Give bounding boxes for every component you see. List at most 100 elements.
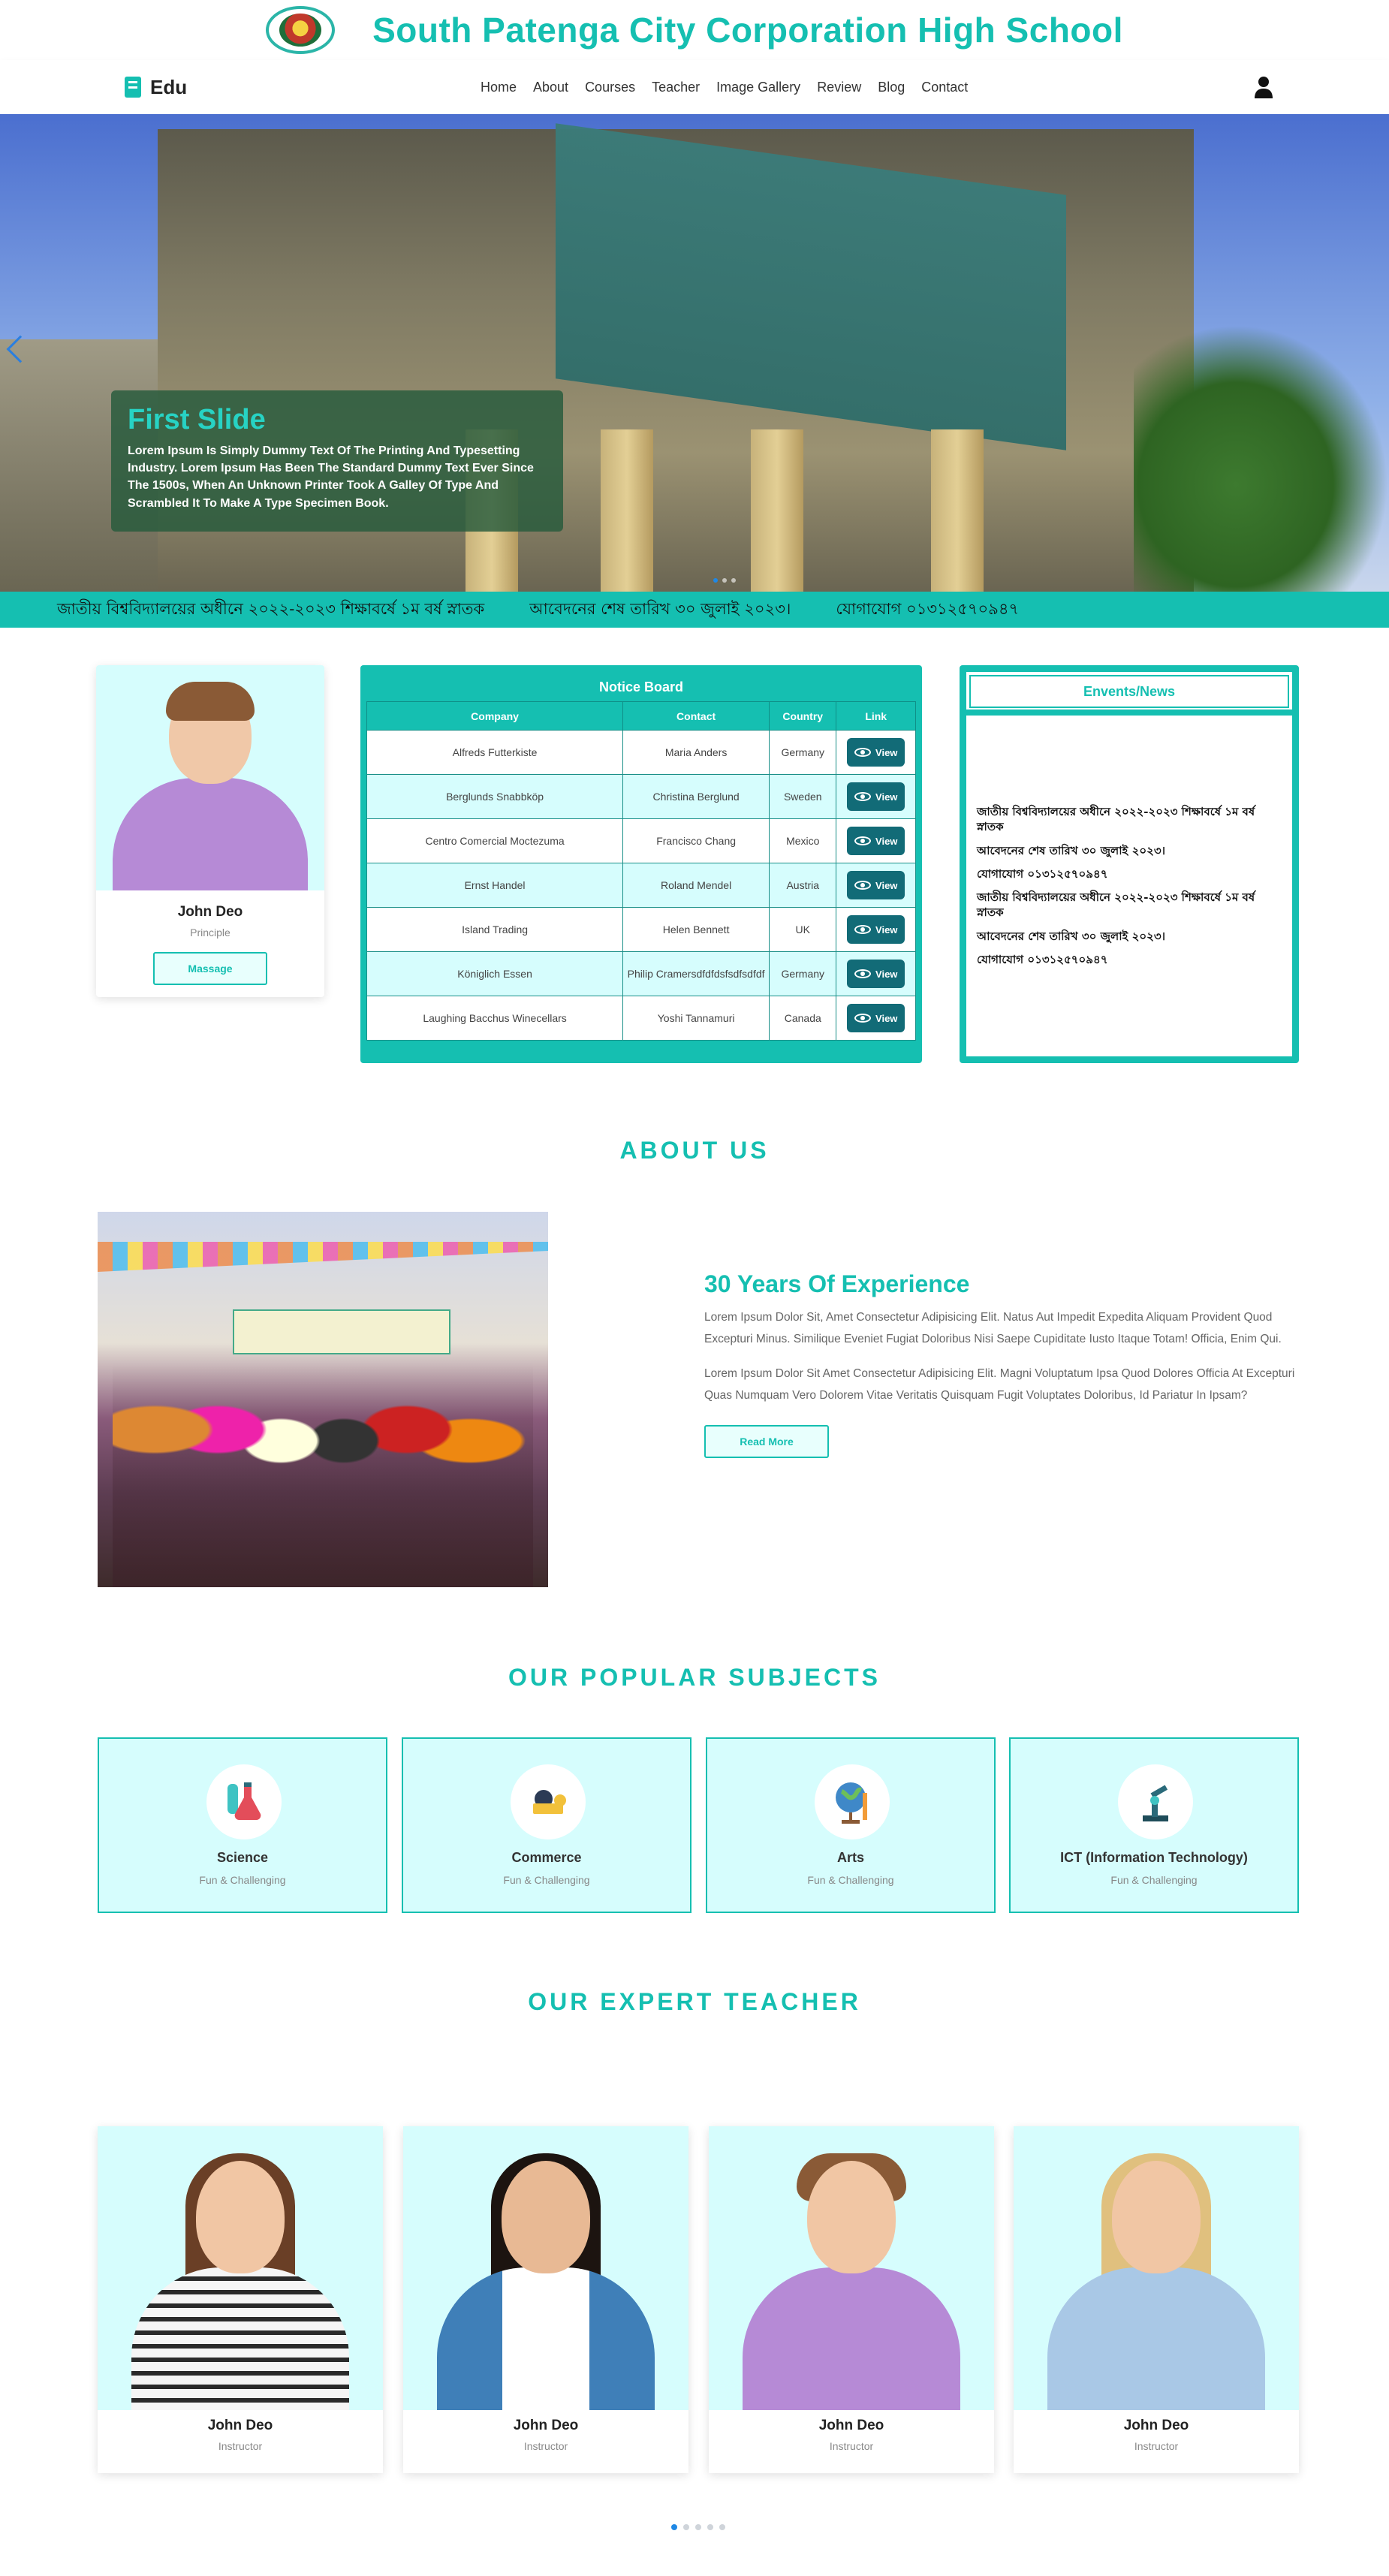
user-icon[interactable] bbox=[1254, 76, 1273, 98]
carousel-dot[interactable] bbox=[671, 2524, 677, 2530]
book-icon bbox=[125, 77, 141, 98]
subject-card-commerce[interactable]: Commerce Fun & Challenging bbox=[402, 1737, 691, 1913]
view-button[interactable]: View bbox=[847, 1004, 905, 1032]
column-header: Company bbox=[366, 701, 624, 731]
table-cell: Roland Mendel bbox=[622, 863, 770, 908]
subject-subtitle: Fun & Challenging bbox=[503, 1874, 590, 1886]
table-row: Berglunds Snabbköp Christina Berglund Swed… bbox=[366, 774, 916, 819]
table-cell: View bbox=[836, 951, 916, 996]
teacher-role: Instructor bbox=[523, 2440, 568, 2452]
nav-home[interactable]: Home bbox=[481, 80, 517, 95]
table-row: Laughing Bacchus Winecellars Yoshi Tannam… bbox=[366, 996, 916, 1041]
table-cell: Berglunds Snabbköp bbox=[366, 774, 624, 819]
subject-title: Science bbox=[216, 1850, 269, 1865]
teacher-name: John Deo bbox=[818, 2418, 884, 2433]
school-logo[interactable] bbox=[266, 6, 336, 54]
slider-dot[interactable] bbox=[722, 578, 727, 583]
table-cell: Philip Cramersdfdfdsfsdfsdfdf bbox=[622, 951, 770, 996]
ticker-item: আবেদনের শেষ তারিখ ৩০ জুলাই ২০২৩। bbox=[529, 599, 791, 618]
teacher-name: John Deo bbox=[1123, 2418, 1189, 2433]
table-row: Königlich Essen Philip Cramersdfdfdsfsdfs… bbox=[366, 951, 916, 996]
slider-dot[interactable] bbox=[713, 578, 718, 583]
event-item[interactable]: জাতীয় বিশ্ববিদ্যালয়ের অধীনে ২০২২-২০২৩ … bbox=[977, 804, 1285, 835]
view-label: View bbox=[875, 923, 898, 935]
slider-indicators bbox=[713, 578, 736, 583]
event-item[interactable]: আবেদনের শেষ তারিখ ৩০ জুলাই ২০২৩। bbox=[977, 843, 1285, 858]
event-item[interactable]: যোগাযোগ ০১৩১২৫৭০৯৪৭ bbox=[977, 952, 1285, 967]
table-cell: View bbox=[836, 730, 916, 775]
view-label: View bbox=[875, 968, 898, 980]
table-cell: Francisco Chang bbox=[622, 818, 770, 863]
table-cell: View bbox=[836, 774, 916, 819]
event-item[interactable]: আবেদনের শেষ তারিখ ৩০ জুলাই ২০২৩। bbox=[977, 929, 1285, 944]
nav-teacher[interactable]: Teacher bbox=[652, 80, 700, 95]
table-cell: View bbox=[836, 863, 916, 908]
notice-board: Notice Board Company Contact Country Lin… bbox=[360, 665, 922, 1063]
notice-board-title: Notice Board bbox=[598, 679, 684, 694]
ticker-item: জাতীয় বিশ্ববিদ্যালয়ের অধীনে ২০২২-২০২৩ … bbox=[57, 599, 485, 618]
read-more-button[interactable]: Read More bbox=[704, 1424, 829, 1458]
column-header: Contact bbox=[622, 701, 770, 731]
table-cell: Yoshi Tannamuri bbox=[622, 996, 770, 1041]
nav-image-gallery[interactable]: Image Gallery bbox=[716, 80, 800, 95]
table-row: Ernst Handel Roland Mendel Austria View bbox=[366, 863, 916, 908]
teacher-photo bbox=[1014, 2126, 1299, 2410]
teacher-card[interactable]: John Deo Instructor bbox=[403, 2126, 688, 2473]
teacher-photo bbox=[709, 2126, 994, 2410]
navbar: Edu Home About Courses Teacher Image Gal… bbox=[0, 60, 1389, 114]
event-item[interactable]: জাতীয় বিশ্ববিদ্যালয়ের অধীনে ২০২২-২০২৩ … bbox=[977, 890, 1285, 920]
table-cell: View bbox=[836, 907, 916, 952]
ticker-item: যোগাযোগ ০১৩১২৫৭০৯৪৭ bbox=[836, 599, 1020, 618]
hero-slider: First Slide Lorem Ipsum Is Simply Dummy … bbox=[0, 114, 1389, 592]
view-button[interactable]: View bbox=[847, 960, 905, 988]
nav-contact[interactable]: Contact bbox=[921, 80, 968, 95]
teacher-card[interactable]: John Deo Instructor bbox=[709, 2126, 994, 2473]
table-cell: Sweden bbox=[769, 774, 837, 819]
view-button[interactable]: View bbox=[847, 827, 905, 855]
brand[interactable]: Edu bbox=[125, 76, 187, 99]
carousel-dot[interactable] bbox=[719, 2524, 725, 2530]
event-item[interactable]: যোগাযোগ ০১৩১২৫৭০৯৪৭ bbox=[977, 866, 1285, 881]
table-row: Centro Comercial Moctezuma Francisco Chan… bbox=[366, 818, 916, 863]
flask-icon bbox=[206, 1764, 282, 1839]
robot-arm-icon bbox=[1118, 1764, 1193, 1839]
table-cell: View bbox=[836, 996, 916, 1041]
teacher-card[interactable]: John Deo Instructor bbox=[98, 2126, 383, 2473]
carousel-dot[interactable] bbox=[683, 2524, 689, 2530]
main-menu: Home About Courses Teacher Image Gallery… bbox=[481, 80, 968, 95]
view-button[interactable]: View bbox=[847, 738, 905, 767]
nav-courses[interactable]: Courses bbox=[585, 80, 635, 95]
view-button[interactable]: View bbox=[847, 871, 905, 899]
nav-review[interactable]: Review bbox=[817, 80, 861, 95]
about-photo bbox=[98, 1212, 548, 1587]
teacher-role: Instructor bbox=[1134, 2440, 1179, 2452]
table-cell: Germany bbox=[769, 730, 837, 775]
column-header: Country bbox=[769, 701, 837, 731]
slider-dot[interactable] bbox=[731, 578, 736, 583]
eye-icon bbox=[854, 1014, 872, 1023]
message-button[interactable]: Massage bbox=[153, 952, 267, 985]
view-label: View bbox=[875, 746, 898, 758]
eye-icon bbox=[854, 925, 872, 934]
view-button[interactable]: View bbox=[847, 782, 905, 811]
slide-text: Lorem Ipsum Is Simply Dummy Text Of The … bbox=[128, 444, 534, 510]
subject-card-science[interactable]: Science Fun & Challenging bbox=[98, 1737, 387, 1913]
notice-table: Company Contact Country Link Alfreds Fut… bbox=[366, 701, 916, 1041]
globe-icon bbox=[815, 1764, 890, 1839]
view-button[interactable]: View bbox=[847, 915, 905, 944]
nav-about[interactable]: About bbox=[533, 80, 568, 95]
table-cell: Christina Berglund bbox=[622, 774, 770, 819]
teacher-name: John Deo bbox=[207, 2418, 273, 2433]
subject-card-arts[interactable]: Arts Fun & Challenging bbox=[706, 1737, 996, 1913]
teacher-name: John Deo bbox=[513, 2418, 579, 2433]
about-title: 30 Years Of Experience bbox=[704, 1270, 970, 1297]
carousel-dot[interactable] bbox=[707, 2524, 713, 2530]
about-content: 30 Years Of Experience Lorem Ipsum Dolor… bbox=[704, 1270, 1299, 1458]
subject-card-ict[interactable]: ICT (Information Technology) Fun & Chall… bbox=[1009, 1737, 1299, 1913]
nav-blog[interactable]: Blog bbox=[878, 80, 905, 95]
school-title: South Patenga City Corporation High Scho… bbox=[372, 11, 1123, 50]
carousel-dot[interactable] bbox=[695, 2524, 701, 2530]
teacher-card[interactable]: John Deo Instructor bbox=[1014, 2126, 1299, 2473]
table-cell: Mexico bbox=[769, 818, 837, 863]
teacher-role: Instructor bbox=[218, 2440, 263, 2452]
